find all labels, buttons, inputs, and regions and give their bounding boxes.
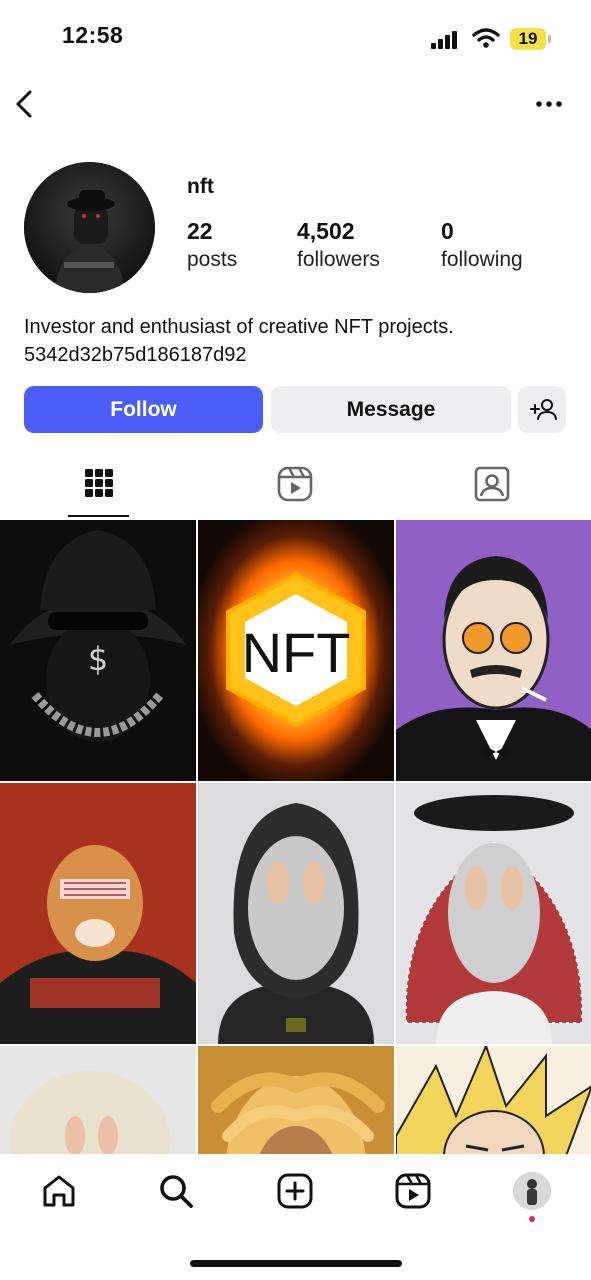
post-thumbnail[interactable] bbox=[396, 1046, 591, 1154]
profile-avatar[interactable] bbox=[24, 162, 155, 293]
post-thumbnail[interactable] bbox=[396, 783, 591, 1044]
message-button[interactable]: Message bbox=[271, 386, 511, 433]
add-user-icon bbox=[530, 399, 557, 420]
active-tab-indicator bbox=[68, 515, 129, 517]
search-icon[interactable] bbox=[157, 1172, 195, 1210]
tagged-icon[interactable] bbox=[472, 463, 512, 507]
svg-text:$: $ bbox=[88, 640, 108, 678]
post-thumbnail[interactable]: $ bbox=[0, 520, 196, 781]
post-thumbnail[interactable] bbox=[198, 783, 394, 1044]
post-thumbnail[interactable] bbox=[198, 1046, 394, 1154]
grid-icon[interactable] bbox=[78, 463, 118, 507]
followers-label[interactable]: followers bbox=[297, 248, 380, 272]
post-thumbnail[interactable] bbox=[0, 1046, 196, 1154]
create-icon[interactable] bbox=[276, 1172, 314, 1210]
posts-count[interactable]: 22 bbox=[187, 218, 213, 245]
posts-label[interactable]: posts bbox=[187, 248, 237, 272]
following-label[interactable]: following bbox=[441, 248, 523, 272]
profile-avatar[interactable] bbox=[513, 1172, 551, 1210]
following-count[interactable]: 0 bbox=[441, 218, 454, 245]
follow-button[interactable]: Follow bbox=[24, 386, 263, 433]
post-thumbnail[interactable] bbox=[0, 783, 196, 1044]
post-thumbnail[interactable] bbox=[396, 520, 591, 781]
posts-grid: $ NFT bbox=[0, 520, 591, 1154]
back-arrow-icon[interactable] bbox=[12, 88, 36, 120]
signal-icon bbox=[431, 31, 457, 49]
wifi-icon bbox=[472, 28, 500, 48]
battery-indicator: 19 bbox=[510, 28, 551, 50]
profile-bio: Investor and enthusiast of creative NFT … bbox=[24, 313, 454, 369]
suggest-users-button[interactable] bbox=[518, 386, 566, 433]
notification-dot bbox=[529, 1216, 535, 1222]
home-indicator bbox=[190, 1260, 402, 1267]
nft-logo-text: NFT bbox=[242, 621, 351, 684]
reels-icon[interactable] bbox=[275, 463, 315, 507]
followers-count[interactable]: 4,502 bbox=[297, 218, 355, 245]
more-options-icon[interactable] bbox=[535, 94, 563, 114]
post-thumbnail[interactable]: NFT bbox=[198, 520, 394, 781]
bio-line: 5342d32b75d186187d92 bbox=[24, 344, 247, 366]
home-icon[interactable] bbox=[40, 1172, 78, 1210]
status-time: 12:58 bbox=[62, 22, 124, 44]
reels-icon[interactable] bbox=[394, 1172, 432, 1210]
profile-username: nft bbox=[187, 175, 214, 198]
bio-line: Investor and enthusiast of creative NFT … bbox=[24, 316, 454, 338]
